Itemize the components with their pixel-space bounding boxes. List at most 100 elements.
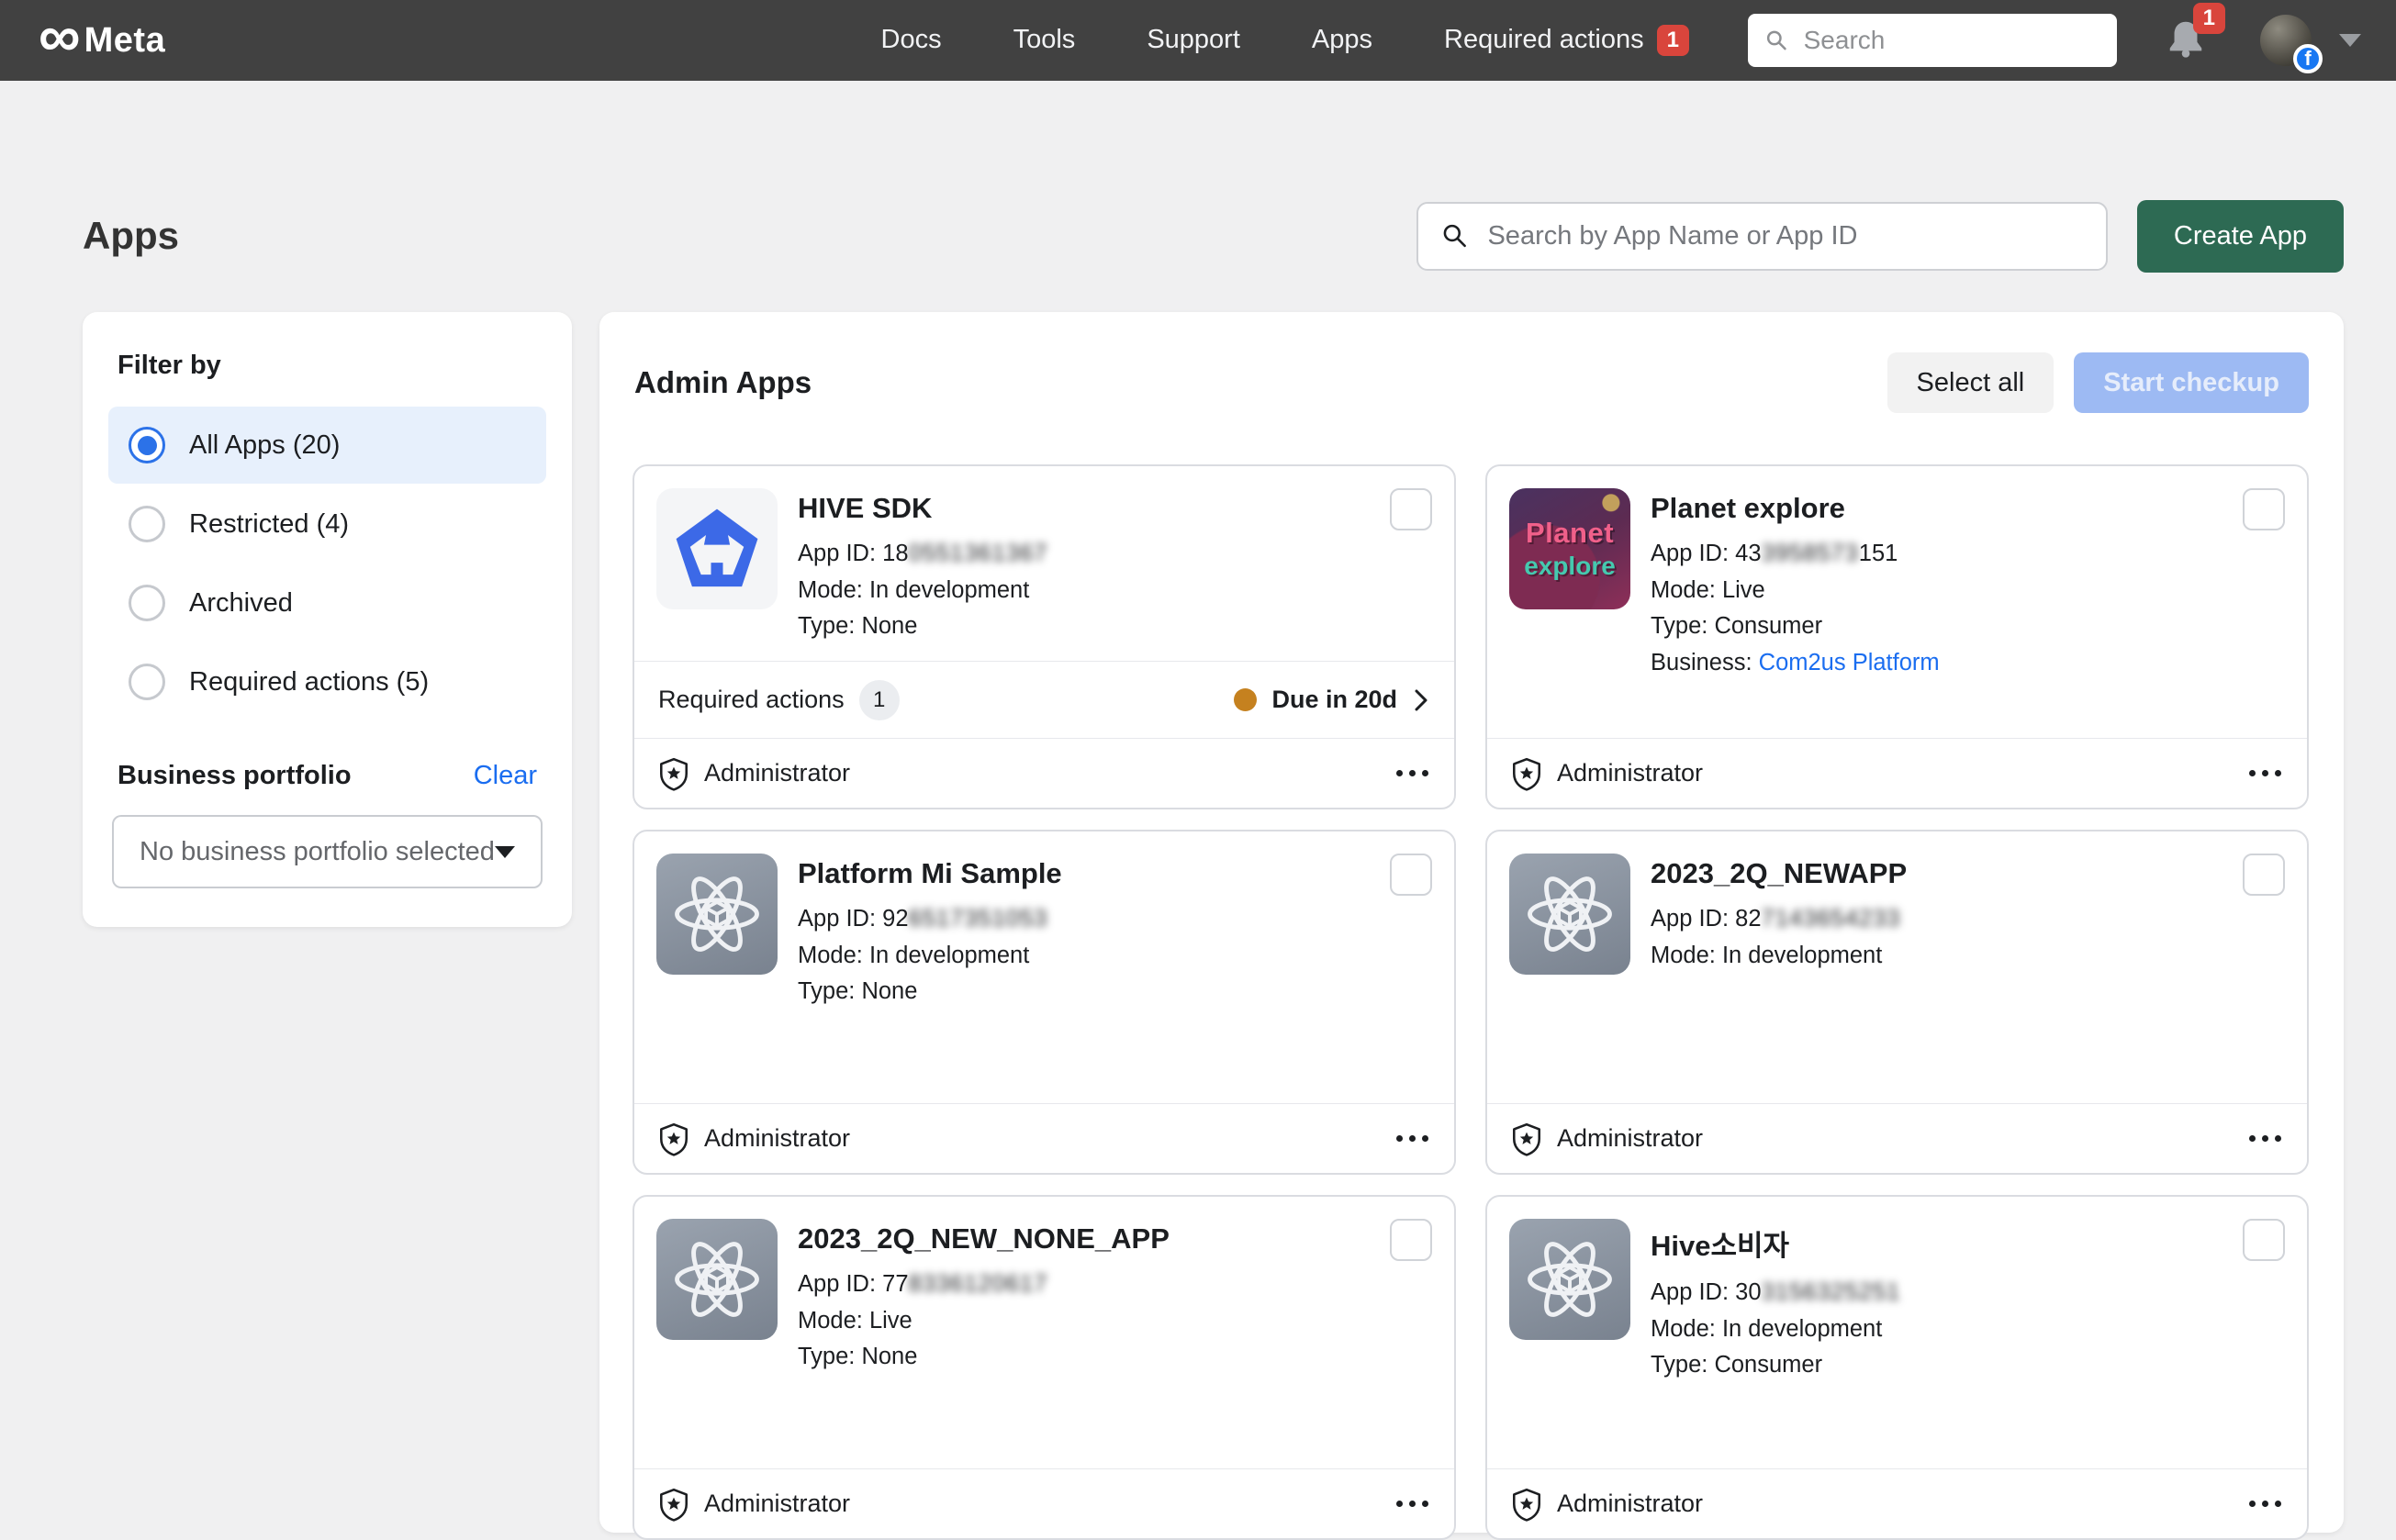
admin-shield-icon xyxy=(656,1487,691,1522)
app-select-checkbox[interactable] xyxy=(1390,1219,1432,1261)
role-label: Administrator xyxy=(1557,1490,1703,1518)
app-name: Platform Mi Sample xyxy=(798,857,1370,890)
app-name: 2023_2Q_NEWAPP xyxy=(1651,857,2222,890)
nav-item-docs[interactable]: Docs xyxy=(881,25,942,55)
card-menu-button[interactable] xyxy=(2245,1491,2285,1516)
profile-caret-icon[interactable] xyxy=(2339,34,2361,47)
page-header: Apps Create App xyxy=(0,198,2396,273)
search-icon xyxy=(1764,27,1789,54)
app-card-2023-2q-newapp[interactable]: 2023_2Q_NEWAPP App ID: 827143654233 Mode… xyxy=(1485,830,2309,1175)
app-card-planet-explore[interactable]: Planet explore Planet explore App ID: 43… xyxy=(1485,464,2309,809)
business-portfolio-select[interactable]: No business portfolio selected xyxy=(112,815,543,888)
app-name: Hive소비자 xyxy=(1651,1222,2222,1264)
app-id-line: App ID: 926517351053 xyxy=(798,901,1370,938)
filter-option-label: Restricted (4) xyxy=(189,509,349,540)
app-icon-default xyxy=(1509,1219,1630,1340)
app-icon-default xyxy=(656,1219,778,1340)
global-search-box[interactable] xyxy=(1748,14,2117,67)
app-select-checkbox[interactable] xyxy=(2243,854,2285,896)
card-menu-button[interactable] xyxy=(1393,1126,1432,1151)
chevron-right-icon xyxy=(1412,686,1430,714)
chevron-down-icon xyxy=(495,846,515,858)
notifications-badge: 1 xyxy=(2193,3,2225,34)
radio-icon xyxy=(129,506,165,542)
card-menu-button[interactable] xyxy=(1393,1491,1432,1516)
card-footer: Administrator xyxy=(634,1468,1454,1538)
app-card-platform-mi-sample[interactable]: Platform Mi Sample App ID: 926517351053 … xyxy=(633,830,1456,1175)
business-portfolio-heading: Business portfolio xyxy=(118,761,352,791)
role-label: Administrator xyxy=(704,759,850,787)
radio-icon xyxy=(129,664,165,700)
app-card-2023-2q-new-none-app[interactable]: 2023_2Q_NEW_NONE_APP App ID: 77833612061… xyxy=(633,1195,1456,1540)
radio-icon xyxy=(129,585,165,621)
nav-item-support[interactable]: Support xyxy=(1147,25,1240,55)
card-menu-button[interactable] xyxy=(2245,761,2285,786)
app-id-line: App ID: 180551361367 xyxy=(798,536,1370,573)
meta-logo[interactable]: ∞ Meta xyxy=(39,21,165,61)
app-card-hive-sdk[interactable]: HIVE SDK App ID: 180551361367 Mode: In d… xyxy=(633,464,1456,809)
filter-option-restricted[interactable]: Restricted (4) xyxy=(108,485,546,563)
card-footer: Administrator xyxy=(1487,1103,2307,1173)
content-area: Filter by All Apps (20) Restricted (4) A… xyxy=(0,312,2396,1533)
page-title: Apps xyxy=(83,214,179,258)
radio-selected-icon xyxy=(129,427,165,463)
start-checkup-button[interactable]: Start checkup xyxy=(2074,352,2309,413)
global-search-input[interactable] xyxy=(1802,25,2100,56)
redacted-app-id: 7143654233 xyxy=(1762,906,1901,932)
required-actions-badge: 1 xyxy=(1657,25,1689,56)
app-id-line: App ID: 827143654233 xyxy=(1651,901,2222,938)
card-footer: Administrator xyxy=(1487,738,2307,808)
app-icon-planet-explore: Planet explore xyxy=(1509,488,1630,609)
required-actions-row[interactable]: Required actions 1 Due in 20d xyxy=(634,661,1454,738)
redacted-app-id: 6517351053 xyxy=(909,906,1048,932)
filter-option-label: Required actions (5) xyxy=(189,667,429,697)
app-type-line: Type: Consumer xyxy=(1651,1347,2222,1384)
app-search-box[interactable] xyxy=(1416,202,2108,271)
admin-apps-title: Admin Apps xyxy=(634,365,812,400)
filter-heading: Filter by xyxy=(108,345,546,407)
redacted-app-id: 0551361367 xyxy=(909,541,1048,566)
filter-option-label: Archived xyxy=(189,588,293,619)
due-label: Due in 20d xyxy=(1271,686,1397,714)
page-header-actions: Create App xyxy=(1416,200,2344,273)
business-link[interactable]: Com2us Platform xyxy=(1759,650,1940,675)
filter-option-label: All Apps (20) xyxy=(189,430,340,461)
card-menu-button[interactable] xyxy=(1393,761,1432,786)
nav-item-tools[interactable]: Tools xyxy=(1013,25,1076,55)
app-id-line: App ID: 778336120617 xyxy=(798,1267,1370,1303)
notifications-button[interactable]: 1 xyxy=(2165,17,2207,64)
app-select-checkbox[interactable] xyxy=(1390,488,1432,530)
business-portfolio-value: No business portfolio selected xyxy=(140,837,495,867)
redacted-app-id: 3156325251 xyxy=(1762,1279,1901,1305)
app-card-hive-consumer[interactable]: Hive소비자 App ID: 303156325251 Mode: In de… xyxy=(1485,1195,2309,1540)
nav-item-required-actions[interactable]: Required actions 1 xyxy=(1444,25,1689,56)
filter-option-required-actions[interactable]: Required actions (5) xyxy=(108,643,546,720)
app-select-checkbox[interactable] xyxy=(1390,854,1432,896)
profile-menu[interactable]: f xyxy=(2260,15,2312,66)
app-type-line: Type: None xyxy=(798,1339,1370,1376)
app-icon-hive-sdk xyxy=(656,488,778,609)
select-all-button[interactable]: Select all xyxy=(1887,352,2055,413)
nav-links: Docs Tools Support Apps Required actions… xyxy=(881,25,1689,56)
clear-link[interactable]: Clear xyxy=(474,761,537,791)
app-mode-line: Mode: In development xyxy=(1651,1311,2222,1348)
create-app-button[interactable]: Create App xyxy=(2137,200,2344,273)
app-mode-line: Mode: Live xyxy=(798,1303,1370,1340)
filter-panel: Filter by All Apps (20) Restricted (4) A… xyxy=(83,312,572,927)
card-footer: Administrator xyxy=(634,738,1454,808)
filter-option-all-apps[interactable]: All Apps (20) xyxy=(108,407,546,484)
app-select-checkbox[interactable] xyxy=(2243,1219,2285,1261)
due-status-dot xyxy=(1234,688,1257,711)
facebook-badge-icon: f xyxy=(2293,44,2323,73)
search-icon xyxy=(1440,220,1470,251)
admin-shield-icon xyxy=(1509,1487,1544,1522)
card-menu-button[interactable] xyxy=(2245,1126,2285,1151)
role-label: Administrator xyxy=(1557,1124,1703,1153)
app-select-checkbox[interactable] xyxy=(2243,488,2285,530)
nav-item-apps[interactable]: Apps xyxy=(1312,25,1372,55)
app-search-input[interactable] xyxy=(1485,220,2083,252)
role-label: Administrator xyxy=(1557,759,1703,787)
admin-shield-icon xyxy=(1509,1122,1544,1156)
filter-option-archived[interactable]: Archived xyxy=(108,564,546,642)
app-business-line: Business: Com2us Platform xyxy=(1651,645,2222,682)
